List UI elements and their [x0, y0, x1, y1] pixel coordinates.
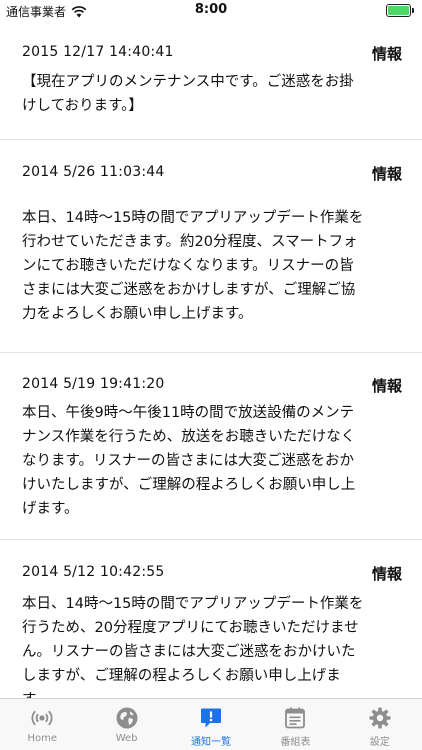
notice-line: ンにてお聴きいただけなくなります。リスナーの皆 [22, 258, 354, 274]
notice-line: 【現在アプリのメンテナンス中です。ご迷惑をお掛 [22, 74, 354, 90]
tab-schedule[interactable]: 番組表 [253, 699, 337, 750]
notice-line: 力をよろしくお願い申し上げます。 [22, 306, 253, 322]
status-bar: 通信事業者 8:00 [0, 0, 422, 22]
tab-label: Home [27, 733, 57, 744]
notice-line: す。 [22, 688, 398, 698]
notice-line: ん。リスナーの皆さまには大変ご迷惑をおかけいた [22, 644, 356, 660]
notice-list[interactable]: 2015 12/17 14:40:41 情報 【現在アプリのメンテナンス中です。… [0, 22, 422, 698]
tab-label: 設定 [369, 737, 390, 748]
notice-body: 本日、14時〜15時の間でアプリアップデート作業を 行わせていただきます。約20… [22, 206, 398, 326]
notice-line: 行うため、20分程度アプリにてお聴きいただけませ [22, 620, 359, 636]
notice-line: げます。 [22, 501, 79, 517]
notice-item[interactable]: 2014 5/26 11:03:44 情報 本日、14時〜15時の間でアプリアッ… [0, 140, 422, 353]
gear-icon [369, 707, 391, 729]
notice-body: 本日、14時〜15時の間でアプリアップデート作業を 行うため、20分程度アプリに… [22, 592, 398, 698]
notice-date: 2015 12/17 14:40:41 [22, 44, 174, 60]
notice-line: 本日、14時〜15時の間でアプリアップデート作業を [22, 210, 364, 226]
notice-tag: 情報 [371, 45, 402, 63]
notice-item[interactable]: 2014 5/12 10:42:55 情報 本日、14時〜15時の間でアプリアッ… [0, 540, 422, 698]
tab-bar: Home Web 通知一覧 番組表 設定 [0, 698, 422, 750]
status-time: 8:00 [194, 2, 228, 17]
tab-settings[interactable]: 設定 [338, 699, 422, 750]
tab-home[interactable]: Home [0, 699, 84, 750]
notice-line: なります。リスナーの皆さまには大変ご迷惑をおか [22, 453, 355, 469]
notice-tag: 情報 [371, 165, 402, 183]
notice-line: ナンス作業を行うため、放送をお聴きいただけなく [22, 429, 356, 445]
notice-tag: 情報 [371, 565, 402, 583]
battery-icon [386, 4, 414, 17]
tab-notifications[interactable]: 通知一覧 [169, 699, 253, 750]
notice-line: さまには大変ご迷惑をおかけしますが、ご理解ご協 [22, 282, 356, 298]
globe-icon [116, 707, 138, 729]
notice-line: 本日、14時〜15時の間でアプリアップデート作業を [22, 596, 364, 612]
tab-label: 番組表 [280, 737, 311, 748]
notice-line: しますが、ご理解の程よろしくお願い申し上げま [22, 668, 341, 684]
tab-label: Web [115, 733, 138, 744]
notice-date: 2014 5/19 19:41:20 [22, 376, 165, 392]
schedule-icon [285, 707, 306, 729]
notice-date: 2014 5/26 11:03:44 [22, 164, 165, 180]
tab-web[interactable]: Web [84, 699, 168, 750]
notice-line: けいたしますが、ご理解の程よろしくお願い申し上 [22, 477, 356, 493]
notice-date: 2014 5/12 10:42:55 [22, 564, 165, 580]
tab-label: 通知一覧 [191, 737, 232, 748]
radio-icon [31, 710, 53, 726]
notice-line: けしております。】 [22, 98, 143, 114]
notification-icon [201, 708, 222, 728]
notice-item[interactable]: 2014 5/19 19:41:20 情報 本日、午後9時〜午後11時の間で放送… [0, 353, 422, 540]
notice-item[interactable]: 2015 12/17 14:40:41 情報 【現在アプリのメンテナンス中です。… [0, 22, 422, 140]
notice-line: 行わせていただきます。約20分程度、スマートフォ [22, 234, 358, 250]
notice-body: 【現在アプリのメンテナンス中です。ご迷惑をお掛 けしております。】 [22, 70, 398, 118]
notice-line: 本日、午後9時〜午後11時の間で放送設備のメンテ [22, 405, 355, 421]
notice-tag: 情報 [371, 377, 402, 395]
notice-body: 本日、午後9時〜午後11時の間で放送設備のメンテ ナンス作業を行うため、放送をお… [22, 401, 398, 521]
